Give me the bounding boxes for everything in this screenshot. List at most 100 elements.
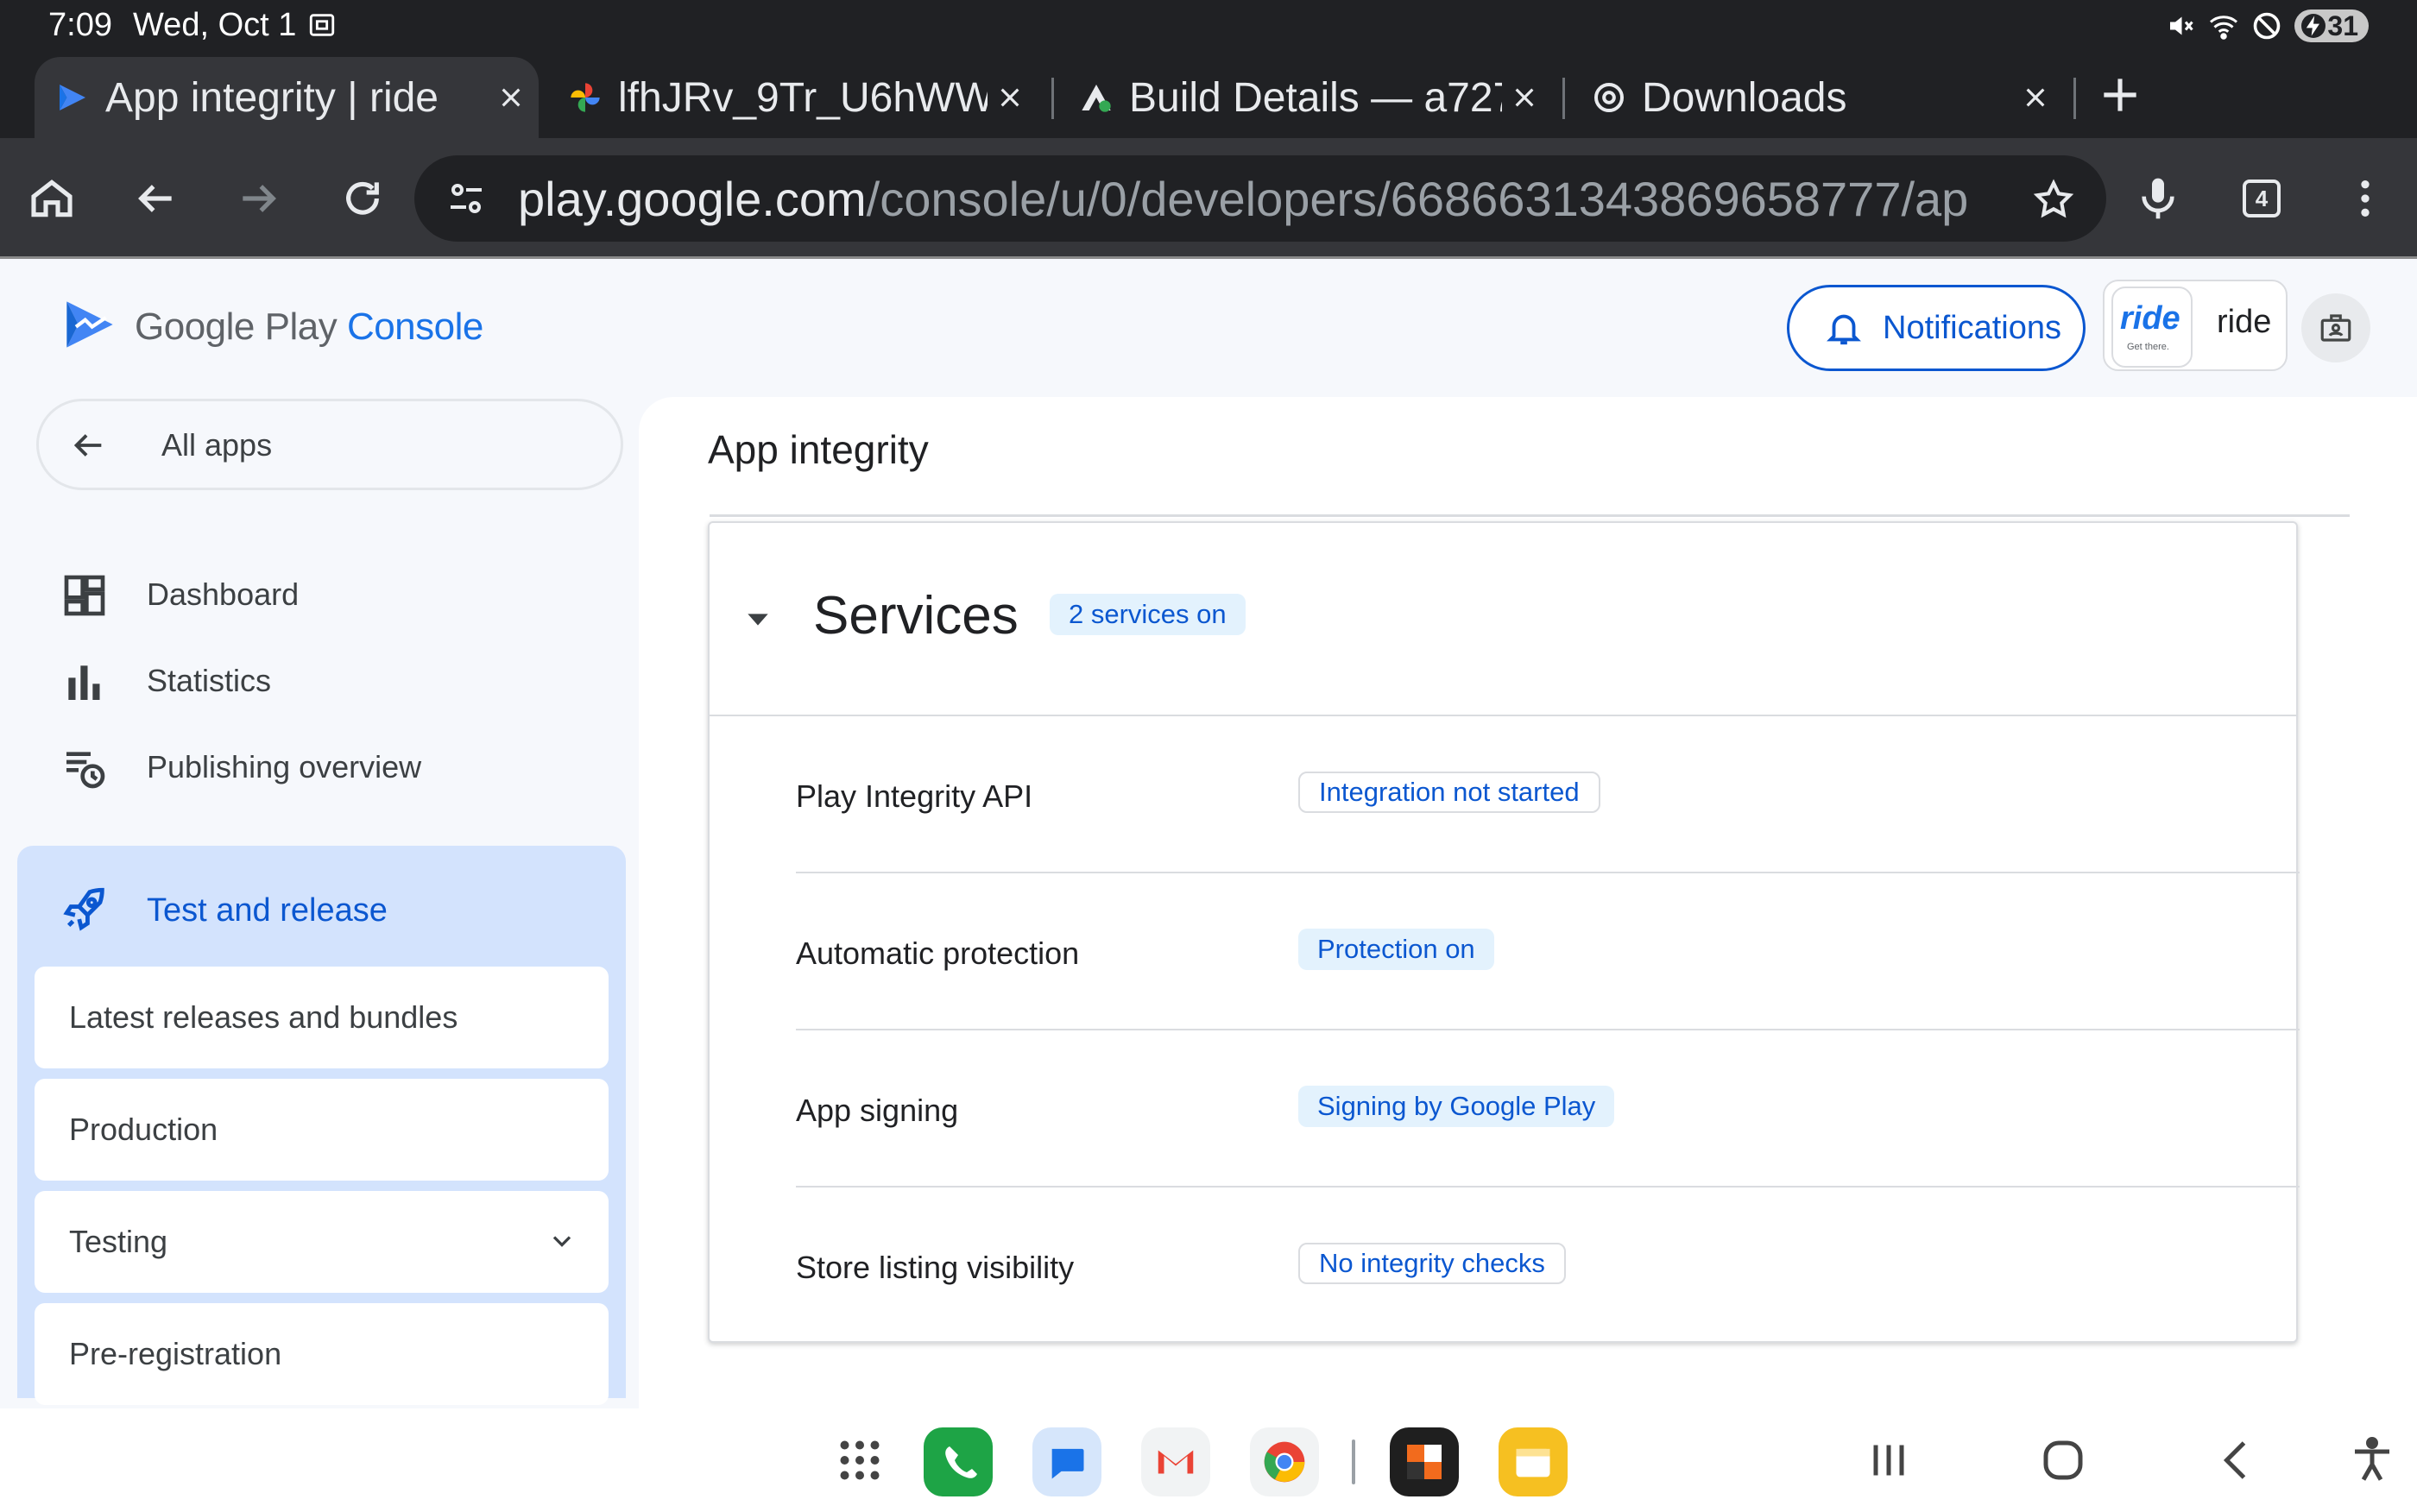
sidebar-item-pre-registration[interactable]: Pre-registration <box>35 1303 609 1405</box>
sidebar-item-statistics[interactable]: Statistics <box>60 651 613 711</box>
recent-apps-icon[interactable] <box>1863 1434 1915 1486</box>
sidebar-item-production[interactable]: Production <box>35 1079 609 1181</box>
section-label: Test and release <box>147 892 388 929</box>
gmail-app-icon[interactable] <box>1141 1427 1210 1496</box>
sidebar-item-label: Production <box>69 1112 218 1147</box>
chrome-favicon <box>1594 83 1624 112</box>
more-options-icon[interactable] <box>2341 174 2389 223</box>
sidebar-item-label: Dashboard <box>147 576 300 612</box>
charging-icon <box>2301 14 2326 38</box>
bookmark-star-icon[interactable] <box>2032 178 2075 221</box>
close-tab-icon[interactable] <box>996 84 1024 111</box>
battery-indicator: 31 <box>2294 9 2369 42</box>
messages-app-icon[interactable] <box>1032 1427 1101 1496</box>
status-badge: Signing by Google Play <box>1298 1086 1615 1127</box>
tab-build-details[interactable]: Build Details — a727 <box>1076 57 1549 138</box>
tab-title: Downloads <box>1642 74 1847 121</box>
main-content: App integrity Services 2 services on Pla… <box>639 397 2417 1408</box>
build-favicon <box>1082 85 1111 112</box>
sidebar-item-label: Publishing overview <box>147 749 422 784</box>
reload-icon[interactable] <box>338 174 387 223</box>
home-icon[interactable] <box>28 174 76 223</box>
address-bar[interactable]: play.google.com/console/u/0/developers/6… <box>414 155 2106 242</box>
chevron-down-icon <box>552 1236 571 1247</box>
url-path: /console/u/0/developers/6686631343869658… <box>866 172 1968 226</box>
service-label: Store listing visibility <box>796 1250 1075 1285</box>
voice-search-icon[interactable] <box>2134 174 2182 223</box>
app-selector[interactable]: ride Get there. ride <box>2103 280 2288 371</box>
tab-downloads[interactable]: Downloads <box>1588 57 2060 138</box>
system-back-icon[interactable] <box>2212 1434 2263 1486</box>
tab-app-integrity[interactable]: App integrity | ride <box>35 57 539 138</box>
account-button[interactable] <box>2301 293 2370 362</box>
accessibility-icon[interactable] <box>2346 1434 2398 1486</box>
status-badge: Protection on <box>1298 929 1494 970</box>
service-row-play-integrity-api[interactable]: Play Integrity API Integration not start… <box>796 716 2300 873</box>
dock-separator <box>1352 1440 1355 1484</box>
photos-favicon <box>571 83 600 112</box>
battery-level: 31 <box>2327 9 2358 41</box>
chrome-app-icon[interactable] <box>1250 1427 1319 1496</box>
status-icons: 31 <box>2165 9 2369 43</box>
status-date: Wed, Oct 1 <box>133 7 297 43</box>
tab-title: lfhJRv_9Tr_U6hWW7 <box>618 74 988 121</box>
files-app-icon[interactable] <box>1499 1427 1568 1496</box>
brand-console: Console <box>346 306 483 348</box>
sidebar-item-test-and-release[interactable]: Test and release <box>60 884 613 944</box>
url-text[interactable]: play.google.com/console/u/0/developers/6… <box>518 171 1968 227</box>
brand-google-play: Google Play <box>135 306 338 348</box>
close-tab-icon[interactable] <box>2022 84 2049 111</box>
sidebar-item-latest-releases[interactable]: Latest releases and bundles <box>35 967 609 1068</box>
system-navigation-bar <box>0 1408 2417 1512</box>
service-label: App signing <box>796 1093 959 1128</box>
status-badge: No integrity checks <box>1298 1243 1566 1284</box>
all-apps-button[interactable]: All apps <box>36 399 623 490</box>
browser-tab-strip: App integrity | ride lfhJRv_9Tr_U6hWW7 B… <box>0 54 2417 138</box>
browser-toolbar: play.google.com/console/u/0/developers/6… <box>0 138 2417 259</box>
close-tab-icon[interactable] <box>1511 84 1538 111</box>
services-header[interactable]: Services 2 services on <box>710 523 2296 716</box>
tab-switcher-button[interactable]: 4 <box>2243 180 2281 217</box>
tab-separator <box>1562 78 1565 119</box>
all-apps-label: All apps <box>161 427 273 463</box>
site-settings-icon[interactable] <box>445 178 487 219</box>
bar-chart-icon <box>68 665 100 700</box>
app-icon-wordmark: ride <box>2120 300 2180 337</box>
forward-icon[interactable] <box>235 174 283 223</box>
sidebar-item-label: Testing <box>69 1224 168 1259</box>
close-tab-icon[interactable] <box>497 84 525 111</box>
collapse-caret-icon[interactable] <box>741 602 775 637</box>
tab-separator <box>1051 78 1054 119</box>
puzzle-app-icon[interactable] <box>1390 1427 1459 1496</box>
service-row-automatic-protection[interactable]: Automatic protection Protection on <box>796 873 2300 1030</box>
service-row-store-listing-visibility[interactable]: Store listing visibility No integrity ch… <box>796 1188 2300 1345</box>
sidebar-item-label: Latest releases and bundles <box>69 999 458 1035</box>
sidebar-section-test-and-release: Test and release Latest releases and bun… <box>17 846 626 1405</box>
tab-separator <box>2073 78 2076 119</box>
tab-photo[interactable]: lfhJRv_9Tr_U6hWW7 <box>565 57 1034 138</box>
sidebar-item-testing[interactable]: Testing <box>35 1191 609 1293</box>
sidebar-item-label: Statistics <box>147 663 272 698</box>
tab-title: Build Details — a727 <box>1129 74 1502 121</box>
service-label: Automatic protection <box>796 936 1080 971</box>
services-title: Services <box>813 586 1019 646</box>
phone-app-icon[interactable] <box>924 1427 993 1496</box>
publishing-clock-icon <box>66 752 105 789</box>
service-label: Play Integrity API <box>796 778 1033 814</box>
notifications-button[interactable]: Notifications <box>1787 285 2086 371</box>
services-card: Services 2 services on Play Integrity AP… <box>708 514 2350 1345</box>
service-row-app-signing[interactable]: App signing Signing by Google Play <box>796 1030 2300 1188</box>
divider <box>710 514 2350 517</box>
back-icon[interactable] <box>131 174 180 223</box>
screenshot-icon <box>309 14 335 36</box>
sidebar-item-publishing-overview[interactable]: Publishing overview <box>60 737 613 797</box>
url-host: play.google.com <box>518 172 867 226</box>
sidebar-item-dashboard[interactable]: Dashboard <box>60 564 613 625</box>
play-console-brand[interactable]: Google Play Console <box>135 306 483 349</box>
app-icon-tagline: Get there. <box>2127 342 2169 352</box>
sidebar-item-label: Pre-registration <box>69 1336 282 1371</box>
home-button-icon[interactable] <box>2037 1434 2089 1486</box>
new-tab-icon[interactable] <box>2096 71 2144 119</box>
system-status-bar: 7:09 Wed, Oct 1 31 <box>0 0 2417 54</box>
app-drawer-icon[interactable] <box>834 1434 886 1486</box>
